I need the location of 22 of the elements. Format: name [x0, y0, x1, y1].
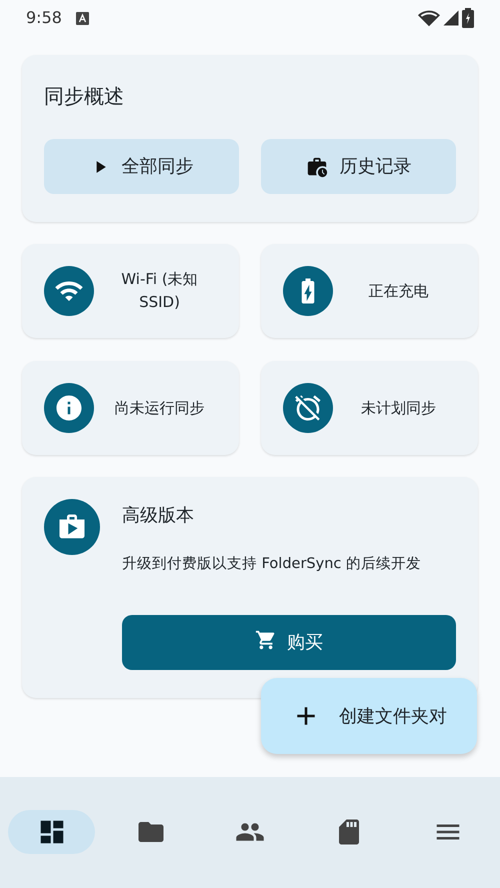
- cart-icon: [255, 629, 277, 651]
- battery-charging-icon: [283, 266, 333, 316]
- alarm-off-icon: [283, 383, 333, 433]
- status-text: Wi-Fi (未知 SSID): [120, 269, 199, 313]
- card-title: 同步概述: [44, 83, 125, 110]
- info-icon: [44, 383, 94, 433]
- notification-icon: [76, 12, 89, 24]
- battery-icon: [462, 8, 474, 28]
- status-text: 尚未运行同步: [114, 398, 206, 418]
- briefcase-clock-icon: [306, 156, 328, 178]
- nav-tab[interactable]: [8, 810, 96, 854]
- overview-button[interactable]: 全部同步: [44, 139, 239, 194]
- status-text: 未计划同步: [360, 398, 437, 418]
- wifi-icon: [44, 266, 94, 316]
- buy-button[interactable]: 购买: [122, 615, 456, 670]
- premium-title: 高级版本: [122, 504, 195, 528]
- status-text: 正在充电: [368, 280, 430, 302]
- overview-button[interactable]: 历史记录: [261, 139, 456, 194]
- premium-description: 升级到付费版以支持 FolderSync 的后续开发: [122, 555, 422, 574]
- cellular-signal-icon: [442, 9, 460, 27]
- create-folder-pair-button[interactable]: 创建文件夹对: [261, 678, 477, 754]
- status-time: 9:58: [26, 7, 62, 29]
